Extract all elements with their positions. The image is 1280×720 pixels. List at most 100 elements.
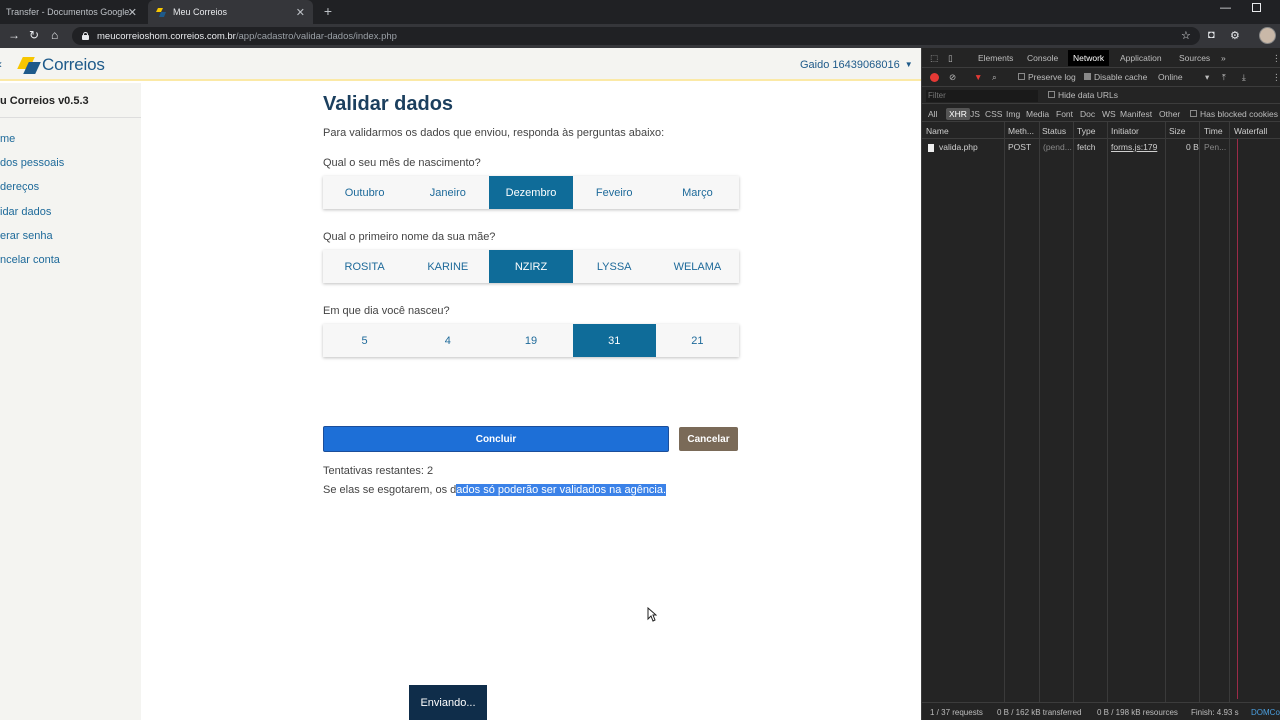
type-filter-media[interactable]: Media bbox=[1026, 109, 1049, 119]
reload-icon[interactable]: ↻ bbox=[29, 28, 39, 42]
option-button[interactable]: Janeiro bbox=[406, 176, 489, 209]
option-group-month: Outubro Janeiro Dezembro Feveiro Março bbox=[323, 176, 739, 209]
option-button[interactable]: WELAMA bbox=[656, 250, 739, 283]
col-waterfall[interactable]: Waterfall bbox=[1234, 126, 1267, 136]
hide-data-urls-checkbox[interactable]: Hide data URLs bbox=[1048, 90, 1118, 100]
maximize-icon[interactable] bbox=[1252, 3, 1261, 12]
settings-icon[interactable]: ⋮ bbox=[1272, 72, 1280, 83]
caret-down-icon: ▼ bbox=[904, 60, 913, 69]
import-icon[interactable]: ⤒ bbox=[1222, 72, 1226, 83]
option-button[interactable]: 21 bbox=[656, 324, 739, 357]
bookmark-star-icon[interactable]: ☆ bbox=[1181, 29, 1191, 42]
warning-text-selected: ados só poderão ser validados na agência… bbox=[456, 484, 667, 496]
cell-initiator-link[interactable]: forms.js:179 bbox=[1111, 142, 1157, 152]
correios-logo[interactable]: Correios bbox=[17, 55, 105, 75]
col-time[interactable]: Time bbox=[1204, 126, 1223, 136]
filter-icon[interactable]: ▼ bbox=[974, 72, 982, 82]
site-header: ‹ Correios Gaido 16439068016 ▼ bbox=[0, 48, 921, 81]
col-size[interactable]: Size bbox=[1169, 126, 1186, 136]
tab-meu-correios[interactable]: Meu Correios ✕ bbox=[148, 0, 313, 24]
tab-title: Meu Correios bbox=[173, 7, 228, 17]
option-button[interactable]: Outubro bbox=[323, 176, 406, 209]
forward-icon[interactable]: → bbox=[8, 28, 20, 42]
checkbox-icon bbox=[1048, 91, 1055, 99]
type-filter-other[interactable]: Other bbox=[1159, 109, 1180, 119]
cell-status: (pend... bbox=[1043, 142, 1072, 152]
devtools-menu-icon[interactable]: ⋮ bbox=[1272, 53, 1280, 64]
type-filter-font[interactable]: Font bbox=[1056, 109, 1073, 119]
blocked-cookies-checkbox[interactable]: Has blocked cookies bbox=[1190, 109, 1278, 119]
preserve-log-checkbox[interactable]: Preserve log bbox=[1018, 72, 1076, 82]
tab-elements[interactable]: Elements bbox=[978, 53, 1013, 63]
type-filter-img[interactable]: Img bbox=[1006, 109, 1020, 119]
close-icon[interactable]: ✕ bbox=[128, 6, 137, 19]
col-type[interactable]: Type bbox=[1077, 126, 1095, 136]
cell-time: Pen... bbox=[1204, 142, 1227, 152]
sending-toast: Enviando... bbox=[409, 685, 487, 720]
cancel-button[interactable]: Cancelar bbox=[679, 427, 738, 451]
type-filter-manifest[interactable]: Manifest bbox=[1120, 109, 1152, 119]
clear-icon[interactable]: ⊘ bbox=[949, 72, 956, 83]
new-tab-icon[interactable]: + bbox=[320, 3, 336, 19]
filter-input[interactable]: Filter bbox=[926, 90, 1038, 102]
option-button-selected[interactable]: 31 bbox=[572, 324, 656, 357]
extension-icon[interactable]: ⚙ bbox=[1230, 29, 1240, 42]
col-initiator[interactable]: Initiator bbox=[1111, 126, 1139, 136]
sidebar-item-enderecos[interactable]: dereços bbox=[0, 181, 39, 193]
inspect-icon[interactable]: ⬚ bbox=[930, 53, 938, 64]
sidebar-item-cancelar-conta[interactable]: ncelar conta bbox=[0, 254, 60, 266]
tab-application[interactable]: Application bbox=[1120, 53, 1162, 63]
col-name[interactable]: Name bbox=[926, 126, 949, 136]
tab-sources[interactable]: Sources bbox=[1179, 53, 1210, 63]
option-button[interactable]: LYSSA bbox=[573, 250, 656, 283]
type-filter-doc[interactable]: Doc bbox=[1080, 109, 1095, 119]
user-menu[interactable]: Gaido 16439068016 ▼ bbox=[790, 48, 921, 81]
type-filter-js[interactable]: JS bbox=[970, 109, 980, 119]
tab-docs[interactable]: Transfer - Documentos Google ✕ bbox=[0, 0, 145, 24]
disable-cache-checkbox[interactable]: Disable cache bbox=[1084, 72, 1147, 82]
sidebar-title: u Correios v0.5.3 bbox=[0, 95, 89, 107]
option-button[interactable]: KARINE bbox=[406, 250, 489, 283]
url-field[interactable]: meucorreioshom.correios.com.br/app/cadas… bbox=[72, 27, 1200, 45]
type-filter-css[interactable]: CSS bbox=[985, 109, 1002, 119]
col-status[interactable]: Status bbox=[1042, 126, 1066, 136]
pocket-icon[interactable]: ◘ bbox=[1208, 29, 1215, 41]
close-icon[interactable]: ✕ bbox=[296, 6, 305, 19]
search-icon[interactable]: ⌕ bbox=[992, 72, 997, 83]
type-filter-all[interactable]: All bbox=[928, 109, 937, 119]
sidebar-item-dados-pessoais[interactable]: dos pessoais bbox=[0, 157, 64, 169]
option-button[interactable]: 19 bbox=[489, 324, 572, 357]
back-arrow-icon[interactable]: ‹ bbox=[0, 57, 2, 71]
minimize-icon[interactable]: — bbox=[1220, 2, 1231, 14]
col-method[interactable]: Meth... bbox=[1008, 126, 1034, 136]
tab-title: Transfer - Documentos Google bbox=[6, 7, 130, 17]
sidebar-item-alterar-senha[interactable]: erar senha bbox=[0, 230, 53, 242]
option-button-selected[interactable]: NZIRZ bbox=[489, 250, 573, 283]
option-button[interactable]: ROSITA bbox=[323, 250, 406, 283]
waterfall-marker bbox=[1237, 139, 1238, 699]
export-icon[interactable]: ⤓ bbox=[1242, 72, 1246, 83]
record-icon[interactable] bbox=[930, 73, 939, 82]
type-filter-xhr[interactable]: XHR bbox=[946, 108, 970, 120]
option-button[interactable]: Março bbox=[656, 176, 739, 209]
tab-console[interactable]: Console bbox=[1027, 53, 1058, 63]
table-row[interactable]: valida.php POST (pend... fetch forms.js:… bbox=[922, 139, 1280, 154]
profile-avatar[interactable] bbox=[1259, 27, 1276, 44]
network-status-bar: 1 / 37 requests 0 B / 162 kB transferred… bbox=[922, 702, 1280, 720]
resources-size: 0 B / 198 kB resources bbox=[1097, 708, 1178, 717]
submit-button[interactable]: Concluir bbox=[323, 426, 669, 452]
question-label: Qual o seu mês de nascimento? bbox=[323, 157, 481, 169]
tab-network[interactable]: Network bbox=[1068, 50, 1110, 66]
throttle-select[interactable]: Online ▾ bbox=[1158, 72, 1209, 83]
device-toggle-icon[interactable]: ▯ bbox=[948, 53, 953, 64]
option-button[interactable]: 4 bbox=[406, 324, 489, 357]
more-tabs-icon[interactable]: » bbox=[1221, 53, 1226, 63]
type-filter-ws[interactable]: WS bbox=[1102, 109, 1116, 119]
sidebar-item-validar-dados[interactable]: idar dados bbox=[0, 206, 51, 218]
correios-favicon-icon bbox=[156, 7, 166, 17]
sidebar-item-home[interactable]: me bbox=[0, 133, 15, 145]
option-button[interactable]: 5 bbox=[323, 324, 406, 357]
option-button[interactable]: Feveiro bbox=[573, 176, 656, 209]
home-icon[interactable]: ⌂ bbox=[51, 28, 58, 42]
option-button-selected[interactable]: Dezembro bbox=[489, 176, 573, 209]
